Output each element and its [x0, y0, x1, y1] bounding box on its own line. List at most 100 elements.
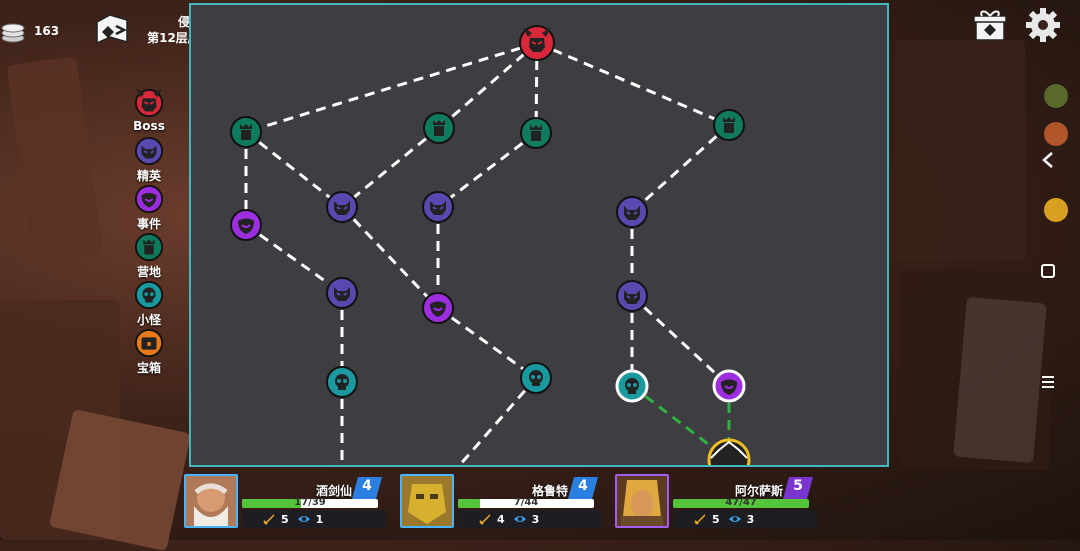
hero-attack: 5 — [693, 512, 720, 526]
hero-card[interactable]: 格鲁特 4 7/44 4 3 — [400, 472, 614, 532]
hero-level: 5 — [793, 478, 803, 494]
hero-vision-value: 3 — [746, 512, 755, 526]
map-path — [536, 41, 730, 127]
legend-minion: 小怪 — [126, 280, 172, 328]
legend-label: Boss — [133, 119, 165, 133]
hero-hp-text: 47/47 — [725, 497, 757, 508]
map-node-minion — [326, 366, 358, 398]
map-path — [437, 131, 537, 209]
hero-level: 4 — [362, 478, 372, 494]
background-rock — [895, 40, 1025, 260]
legend-label: 精英 — [136, 169, 161, 183]
invasion-map-icon[interactable] — [94, 12, 130, 46]
map-node-elite — [616, 196, 648, 228]
gift-icon[interactable] — [973, 8, 1007, 42]
background-rock — [48, 408, 192, 551]
route-map — [230, 25, 751, 465]
hero-hp-text: 7/44 — [513, 497, 539, 508]
map-node-event — [422, 292, 454, 324]
legend-label: 营地 — [136, 265, 161, 279]
minion-node-icon — [134, 280, 164, 310]
map-node-elite — [326, 277, 358, 309]
map-path — [245, 41, 538, 134]
legend-chest: 宝箱 — [126, 328, 172, 376]
map-node-camp — [423, 112, 455, 144]
hero-level-badge: 5 — [783, 477, 813, 499]
hero-vision: 3 — [513, 512, 540, 526]
map-path — [341, 126, 440, 209]
legend-event: 事件 — [126, 184, 172, 232]
hero-vision: 1 — [297, 512, 324, 526]
route-map-panel — [189, 3, 889, 467]
sword-icon — [479, 514, 490, 525]
coin-counter: 163 — [0, 18, 59, 44]
map-path — [437, 306, 537, 380]
hero-stats: 4 3 — [458, 510, 602, 528]
hero-attack: 5 — [262, 512, 289, 526]
coin-stack-icon — [1, 23, 25, 43]
map-node-camp — [713, 109, 745, 141]
background-rock — [6, 56, 104, 264]
hero-hp-text: 17/39 — [294, 497, 326, 508]
hero-portrait[interactable] — [400, 474, 454, 528]
eye-icon — [728, 516, 741, 522]
relic-icon[interactable] — [1044, 198, 1068, 222]
hero-portrait[interactable] — [184, 474, 238, 528]
gear-icon[interactable] — [1024, 6, 1062, 44]
map-path — [245, 130, 343, 209]
map-node-camp — [230, 116, 262, 148]
legend-label: 小怪 — [136, 313, 161, 327]
map-node-event[interactable] — [712, 369, 746, 403]
hero-vision-value: 1 — [315, 512, 324, 526]
event-node-icon — [134, 184, 164, 214]
hero-level-badge: 4 — [568, 477, 598, 499]
map-node-elite — [326, 191, 358, 223]
map-node-elite — [616, 280, 648, 312]
hero-stats: 5 1 — [242, 510, 386, 528]
relic-icon[interactable] — [1044, 84, 1068, 108]
node-legend: Boss 精英 事件 营地 小怪 宝箱 — [126, 88, 172, 376]
sword-icon — [263, 514, 274, 525]
hero-attack-value: 5 — [712, 512, 720, 526]
hero-stats: 5 3 — [673, 510, 817, 528]
map-node-camp — [520, 117, 552, 149]
hamburger-icon[interactable] — [1036, 374, 1060, 390]
boss-node-icon — [134, 88, 164, 118]
square-icon[interactable] — [1036, 262, 1060, 280]
hero-attack-value: 5 — [281, 512, 289, 526]
hero-attack: 4 — [478, 512, 505, 526]
hero-level: 4 — [578, 478, 588, 494]
chest-node-icon — [134, 328, 164, 358]
legend-label: 事件 — [136, 217, 161, 231]
relic-icon[interactable] — [1044, 122, 1068, 146]
camp-node-icon — [134, 232, 164, 262]
coin-amount: 163 — [34, 24, 60, 38]
eye-icon — [297, 516, 310, 522]
hero-vision: 3 — [728, 512, 755, 526]
map-node-boss — [519, 25, 555, 61]
map-node-minion — [520, 362, 552, 394]
map-node-current — [707, 438, 751, 465]
chevron-left-icon[interactable] — [1036, 150, 1060, 170]
hero-vision-value: 3 — [531, 512, 540, 526]
elite-node-icon — [134, 136, 164, 166]
hero-attack-value: 4 — [497, 512, 505, 526]
hero-portrait[interactable] — [615, 474, 669, 528]
hero-card[interactable]: 阿尔萨斯 5 47/47 5 3 — [615, 472, 829, 532]
map-node-event — [230, 209, 262, 241]
background-rock — [953, 296, 1047, 464]
legend-boss: Boss — [126, 88, 172, 136]
sword-icon — [694, 514, 705, 525]
map-path — [457, 377, 538, 465]
legend-elite: 精英 — [126, 136, 172, 184]
hero-card[interactable]: 酒剑仙 4 17/39 5 1 — [184, 472, 398, 532]
eye-icon — [513, 516, 526, 522]
legend-camp: 营地 — [126, 232, 172, 280]
legend-label: 宝箱 — [136, 361, 161, 375]
map-path — [630, 294, 731, 388]
map-node-minion[interactable] — [615, 369, 649, 403]
map-path — [438, 41, 538, 130]
map-path — [245, 223, 343, 295]
map-node-elite — [422, 191, 454, 223]
hero-level-badge: 4 — [352, 477, 382, 499]
